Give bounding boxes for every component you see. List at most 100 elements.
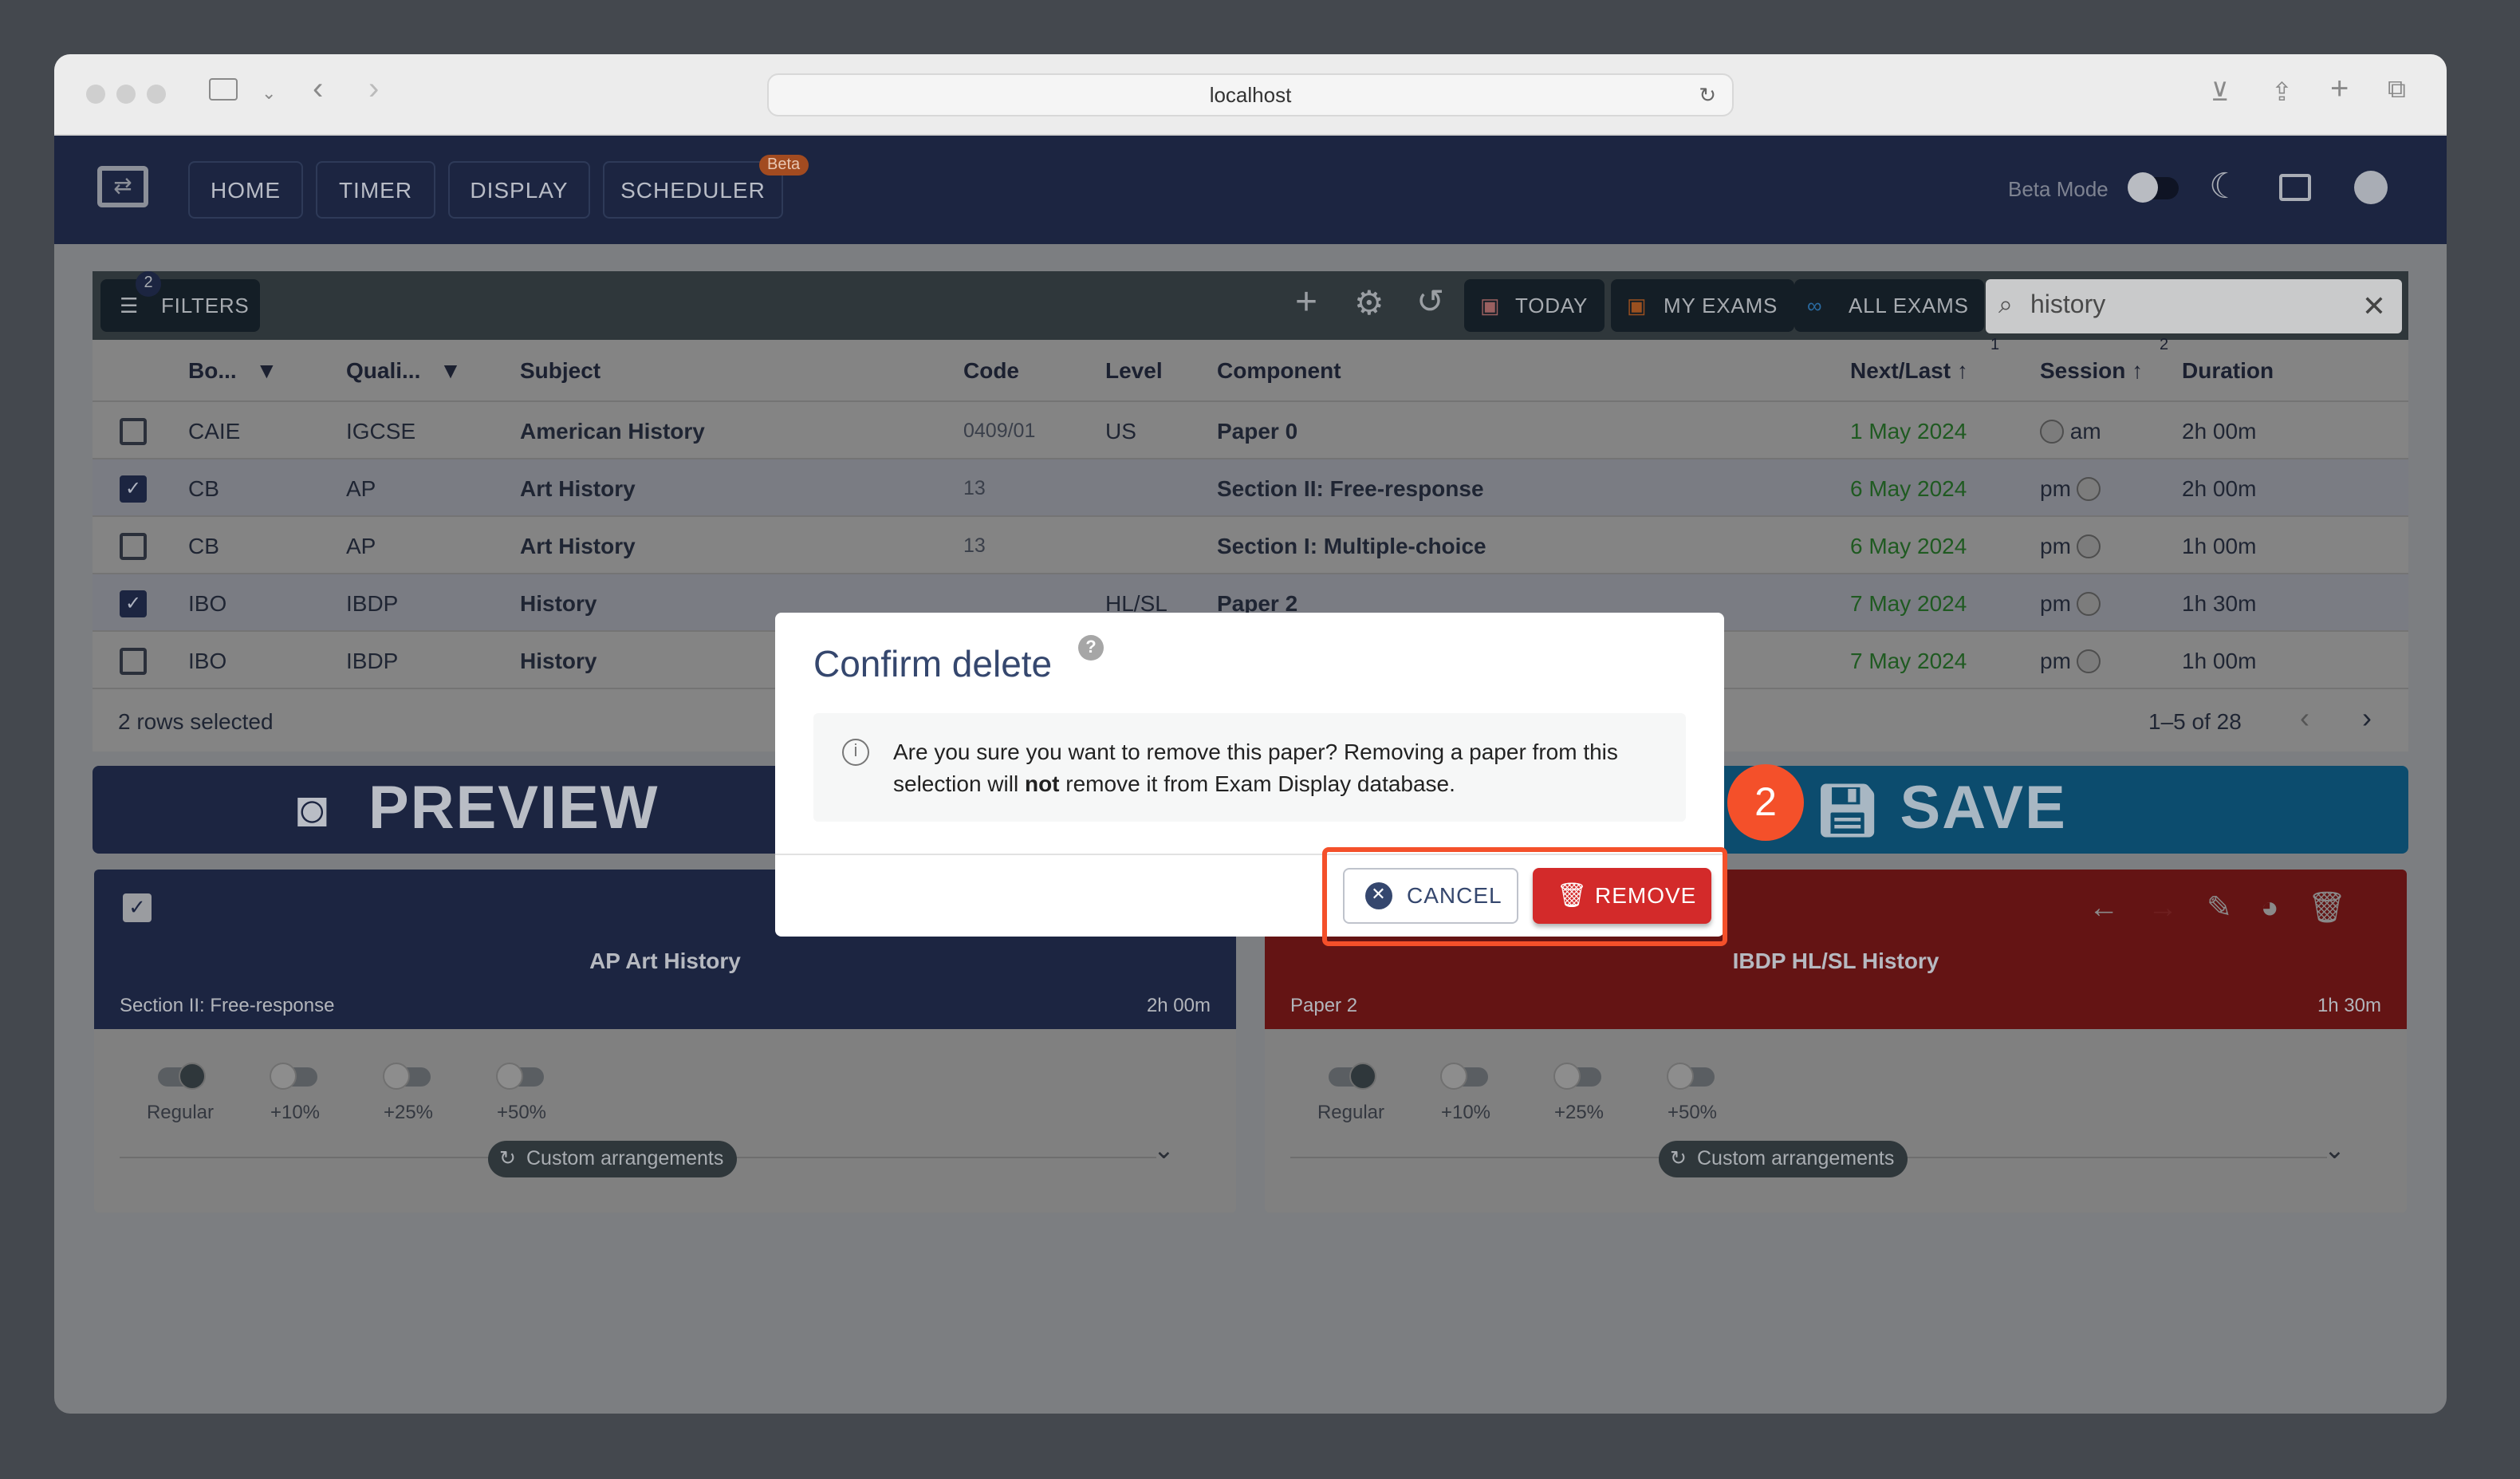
pagination-text: 1–5 of 28 — [2148, 708, 2242, 734]
account-icon[interactable] — [2354, 171, 2388, 204]
tabs-overview-icon[interactable]: ⧉ — [2388, 77, 2406, 105]
extra-time-toggle[interactable] — [383, 1063, 431, 1090]
sidebar-toggle-icon[interactable] — [209, 78, 238, 101]
nav-timer[interactable]: TIMER — [316, 161, 435, 219]
my-exams-button[interactable]: ▣ MY EXAMS — [1611, 279, 1794, 332]
dialog-info-box: i Are you sure you want to remove this p… — [813, 713, 1686, 822]
new-tab-icon[interactable]: + — [2330, 72, 2349, 108]
zoom-window-button[interactable] — [147, 85, 166, 104]
arrow-right-icon[interactable]: → — [2148, 892, 2207, 925]
nav-display[interactable]: DISPLAY — [448, 161, 590, 219]
cell-board: CB — [188, 533, 219, 558]
close-window-button[interactable] — [86, 85, 105, 104]
back-icon[interactable]: ‹ — [313, 72, 323, 108]
sort-order-1: 1 — [1990, 337, 2000, 354]
card-duration: 1h 30m — [2317, 994, 2381, 1016]
nav-scheduler[interactable]: SCHEDULER — [603, 161, 783, 219]
cell-session: am — [2040, 402, 2101, 459]
nav-home[interactable]: HOME — [188, 161, 303, 219]
row-checkbox[interactable] — [120, 533, 147, 560]
cell-duration: 2h 00m — [2182, 475, 2257, 501]
cell-component: Section II: Free-response — [1217, 475, 1484, 501]
extra-time-toggle[interactable] — [496, 1063, 544, 1090]
forward-icon[interactable]: › — [368, 72, 379, 108]
extra-time-toggle[interactable] — [1553, 1063, 1601, 1090]
table-toolbar: ☰ FILTERS 2 + ⚙ ↺ ▣ TODAY ▣ MY EXAMS ∞ ALL … — [93, 271, 2408, 340]
calendar-icon: ▣ — [1480, 294, 1501, 317]
extra-time-toggle[interactable] — [1440, 1063, 1488, 1090]
table-row[interactable]: ✓ CB AP Art History 13 Section II: Free-respo… — [93, 458, 2408, 515]
row-checkbox[interactable]: ✓ — [120, 590, 147, 617]
beta-mode-toggle[interactable] — [2128, 172, 2179, 203]
col-level[interactable]: Level — [1105, 340, 1163, 400]
custom-arrangements-button[interactable]: ↻ Custom arrangements — [488, 1141, 737, 1177]
col-board[interactable]: Bo... ▼ — [188, 340, 278, 400]
col-next-last[interactable]: Next/Last ↑ — [1850, 340, 1968, 400]
save-label: SAVE — [1900, 775, 2067, 842]
add-icon[interactable]: + — [1295, 281, 1317, 325]
prev-page-icon[interactable]: ‹ — [2300, 702, 2309, 736]
cell-date: 6 May 2024 — [1850, 475, 1967, 501]
col-qualification[interactable]: Quali... ▼ — [346, 340, 462, 400]
row-checkbox[interactable]: ✓ — [120, 475, 147, 503]
all-exams-button[interactable]: ∞ ALL EXAMS — [1794, 279, 1985, 332]
chevron-down-icon[interactable]: ⌄ — [262, 83, 276, 104]
extra-time-toggle[interactable] — [158, 1063, 206, 1090]
col-duration[interactable]: Duration — [2182, 340, 2274, 400]
help-icon[interactable]: ? — [1078, 635, 1104, 661]
download-icon[interactable]: ⊻ — [2211, 77, 2229, 108]
clock-icon — [2077, 592, 2101, 616]
extra-time-label: Regular — [146, 1101, 215, 1123]
reload-icon[interactable]: ↻ — [1699, 75, 1716, 116]
dark-mode-icon[interactable]: ☾ — [2209, 166, 2240, 207]
custom-arrangements-button[interactable]: ↻ Custom arrangements — [1659, 1141, 1908, 1177]
extra-time-toggle[interactable] — [1667, 1063, 1715, 1090]
col-subject[interactable]: Subject — [520, 340, 600, 400]
address-bar[interactable]: localhost ↻ — [767, 73, 1734, 116]
row-checkbox[interactable] — [120, 418, 147, 445]
col-session[interactable]: Session ↑ — [2040, 340, 2143, 400]
cell-session: pm — [2040, 459, 2101, 517]
extra-time-label: +10% — [1440, 1101, 1491, 1123]
table-row[interactable]: CB AP Art History 13 Section I: Multiple-cho… — [93, 515, 2408, 573]
cell-qualification: IBDP — [346, 648, 399, 673]
app-logo-icon[interactable]: ⇄ — [97, 166, 148, 207]
clear-search-icon[interactable]: ✕ — [2362, 279, 2386, 333]
cell-duration: 2h 00m — [2182, 418, 2257, 444]
step-badge: 2 — [1727, 764, 1804, 841]
display-icon[interactable] — [2279, 174, 2311, 201]
extra-time-label: +25% — [383, 1101, 434, 1123]
minimize-window-button[interactable] — [116, 85, 136, 104]
today-button[interactable]: ▣ TODAY — [1464, 279, 1605, 332]
expand-chevron-icon[interactable]: ⌄ — [1153, 1134, 1175, 1166]
clock-icon — [2077, 649, 2101, 673]
extra-time-toggle[interactable] — [1329, 1063, 1376, 1090]
cell-board: CB — [188, 475, 219, 501]
reset-icon[interactable]: ↺ — [1416, 282, 1444, 322]
cell-code: 13 — [963, 534, 986, 557]
beta-badge: Beta — [759, 155, 809, 176]
row-checkbox[interactable] — [120, 648, 147, 675]
filters-button[interactable]: ☰ FILTERS — [100, 279, 260, 332]
all-exams-label: ALL EXAMS — [1849, 294, 1969, 317]
col-code[interactable]: Code — [963, 340, 1019, 400]
extra-time-label: +25% — [1553, 1101, 1605, 1123]
palette-icon[interactable]: ◕ — [2261, 892, 2308, 925]
cell-date: 7 May 2024 — [1850, 590, 1967, 616]
arrow-left-icon[interactable]: ← — [2089, 892, 2148, 925]
history-icon: ↻ — [499, 1147, 516, 1169]
delete-icon[interactable]: 🗑︎ — [2308, 892, 2375, 925]
cell-code: 0409/01 — [963, 420, 1036, 442]
expand-chevron-icon[interactable]: ⌄ — [2324, 1134, 2345, 1166]
extra-time-toggle[interactable] — [270, 1063, 317, 1090]
card-select-checkbox[interactable]: ✓ — [123, 893, 152, 922]
col-component[interactable]: Component — [1217, 340, 1341, 400]
settings-icon[interactable]: ⚙ — [1354, 284, 1384, 324]
next-page-icon[interactable]: › — [2362, 702, 2372, 736]
share-icon[interactable]: ⇪ — [2271, 77, 2293, 108]
table-row[interactable]: CAIE IGCSE American History 0409/01 US Paper … — [93, 400, 2408, 458]
url-text: localhost — [1209, 83, 1292, 107]
edit-icon[interactable]: ✎ — [2207, 892, 2261, 925]
search-input[interactable]: ⌕ history ✕ — [1986, 279, 2402, 333]
cell-duration: 1h 30m — [2182, 590, 2257, 616]
